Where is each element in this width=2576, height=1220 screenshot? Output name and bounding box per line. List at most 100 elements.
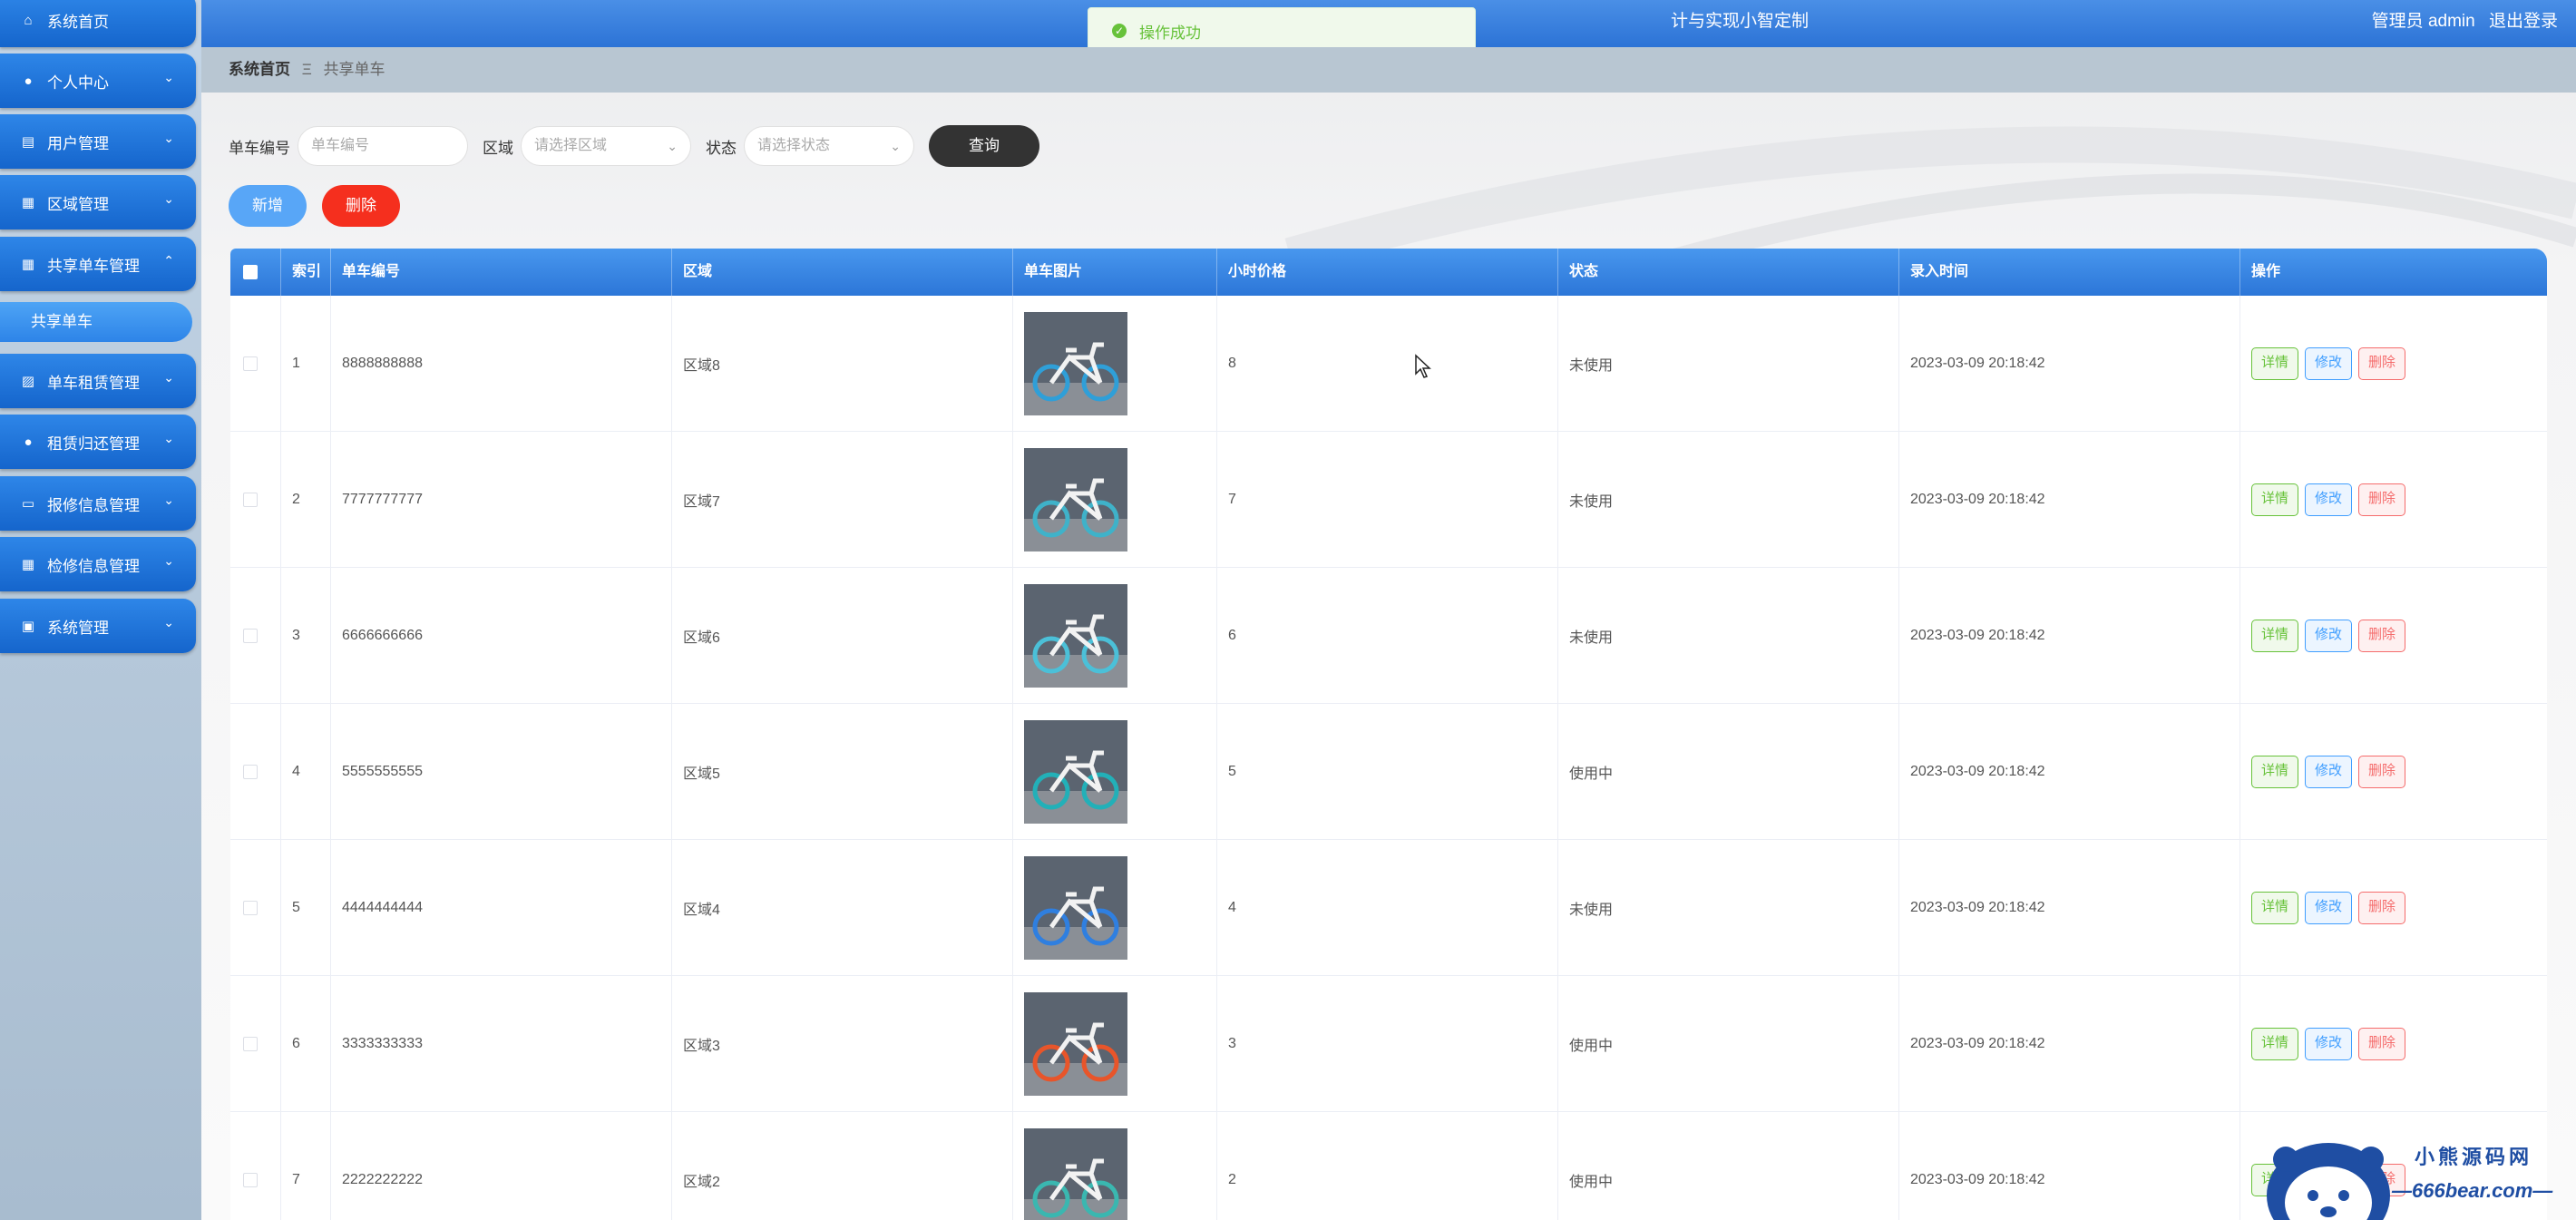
row-hourly-price: 5 [1217, 704, 1558, 839]
bike-image[interactable] [1024, 855, 1127, 960]
row-index: 2 [281, 432, 331, 567]
edit-button[interactable]: 修改 [2305, 619, 2353, 652]
row-image-cell [1013, 432, 1217, 567]
sidebar-item-inspections[interactable]: ▦ 检修信息管理 ⌄ [0, 537, 196, 591]
edit-button[interactable]: 修改 [2305, 346, 2353, 380]
delete-button[interactable]: 删除 [2358, 619, 2406, 652]
sidebar-item-rentals[interactable]: ▨ 单车租赁管理 ⌄ [0, 354, 196, 408]
chart-icon: ▨ [21, 374, 35, 389]
row-checkbox[interactable] [243, 764, 258, 779]
sidebar-item-areas[interactable]: ▦ 区域管理 ⌄ [0, 175, 196, 229]
row-checkbox[interactable] [243, 492, 258, 507]
breadcrumb-home[interactable]: 系统首页 [229, 61, 290, 78]
row-area: 区域3 [672, 976, 1013, 1111]
area-placeholder: 请选择区域 [534, 138, 608, 153]
status-select[interactable]: 请选择状态 ⌄ [744, 126, 914, 166]
batch-delete-button[interactable]: 删除 [322, 185, 400, 227]
bike-no-input[interactable]: 单车编号 [298, 126, 468, 166]
bike-image[interactable] [1024, 719, 1127, 824]
edit-button[interactable]: 修改 [2305, 483, 2353, 516]
row-area: 区域6 [672, 568, 1013, 703]
clipboard-icon: ▤ [21, 134, 35, 150]
table-header: 索引 单车编号 区域 单车图片 小时价格 状态 录入时间 操作 [230, 249, 2547, 296]
row-checkbox[interactable] [243, 628, 258, 643]
calendar-icon: ▣ [21, 619, 35, 634]
detail-button[interactable]: 详情 [2251, 483, 2299, 516]
table-row: 72222222222区域22使用中2023-03-09 20:18:42详情修… [230, 1112, 2547, 1220]
detail-button[interactable]: 详情 [2251, 755, 2299, 788]
sidebar-item-label: 区域管理 [47, 195, 109, 213]
row-bike-no: 7777777777 [331, 432, 672, 567]
row-entry-time: 2023-03-09 20:18:42 [1899, 704, 2240, 839]
logout-link[interactable]: 退出登录 [2489, 12, 2558, 31]
chevron-down-icon: ⌄ [163, 493, 174, 507]
table-body: 1 8888888888 区域8 8 未使用 2023-03-09 20:18:42 详情修… [230, 296, 2547, 1220]
bike-image[interactable] [1024, 991, 1127, 1096]
edit-button[interactable]: 修改 [2305, 755, 2353, 788]
delete-button[interactable]: 删除 [2358, 891, 2406, 924]
filter-bar: 单车编号 单车编号 区域 请选择区域 ⌄ 状态 请选择状态 ⌄ 查询 [229, 125, 1039, 167]
sidebar-item-bikes[interactable]: ▦ 共享单车管理 ⌃ [0, 237, 196, 291]
row-operations: 详情修改删除 [2240, 568, 2547, 703]
row-bike-no: 8888888888 [331, 296, 672, 431]
grid-icon: ▦ [21, 257, 35, 272]
edit-button[interactable]: 修改 [2305, 1027, 2353, 1060]
edit-button[interactable]: 修改 [2305, 891, 2353, 924]
chevron-down-icon: ⌄ [667, 139, 678, 153]
row-index: 6 [281, 976, 331, 1111]
row-checkbox[interactable] [243, 356, 258, 371]
table-row: 5 4444444444 区域4 4 未使用 2023-03-09 20:18:42 详情修… [230, 840, 2547, 976]
row-checkbox[interactable] [243, 900, 258, 915]
sidebar-subitem-shared-bike[interactable]: 共享单车 [0, 302, 192, 342]
bike-image[interactable] [1024, 1127, 1127, 1220]
header-entry-time: 录入时间 [1899, 249, 2240, 296]
detail-button[interactable]: 详情 [2251, 1027, 2299, 1060]
area-select[interactable]: 请选择区域 ⌄ [521, 126, 691, 166]
delete-button[interactable]: 删除 [2358, 483, 2406, 516]
chevron-down-icon: ⌄ [163, 70, 174, 84]
header-operations: 操作 [2251, 264, 2281, 279]
delete-button[interactable]: 删除 [2358, 1027, 2406, 1060]
detail-button[interactable]: 详情 [2251, 346, 2299, 380]
row-bike-no: 4444444444 [331, 840, 672, 975]
home-icon: ⌂ [24, 12, 33, 28]
row-entry-time: 2023-03-09 20:18:42 [1899, 432, 2240, 567]
header-bike-image: 单车图片 [1013, 249, 1217, 296]
sidebar-item-returns[interactable]: ● 租赁归还管理 ⌄ [0, 415, 196, 469]
row-select-cell [230, 296, 281, 431]
bike-image[interactable] [1024, 583, 1127, 688]
row-status: 使用中 [1558, 1112, 1899, 1220]
row-bike-no: 6666666666 [331, 568, 672, 703]
table-row: 2 7777777777 区域7 7 未使用 2023-03-09 20:18:42 详情修… [230, 432, 2547, 568]
row-area: 区域5 [672, 704, 1013, 839]
row-status: 使用中 [1558, 704, 1899, 839]
row-status: 未使用 [1558, 568, 1899, 703]
row-image-cell [1013, 840, 1217, 975]
bike-image[interactable] [1024, 311, 1127, 415]
sidebar-item-system[interactable]: ▣ 系统管理 ⌄ [0, 599, 196, 653]
row-image-cell [1013, 976, 1217, 1111]
sidebar-item-repair-reports[interactable]: ▭ 报修信息管理 ⌄ [0, 476, 196, 531]
row-index: 4 [281, 704, 331, 839]
sidebar-item-users[interactable]: ▤ 用户管理 ⌄ [0, 114, 196, 169]
detail-button[interactable]: 详情 [2251, 891, 2299, 924]
row-checkbox[interactable] [243, 1172, 258, 1187]
row-status: 未使用 [1558, 432, 1899, 567]
delete-button[interactable]: 删除 [2358, 346, 2406, 380]
bike-image[interactable] [1024, 447, 1127, 551]
add-button[interactable]: 新增 [229, 185, 307, 227]
area-label: 区域 [483, 139, 513, 157]
row-select-cell [230, 432, 281, 567]
delete-button[interactable]: 删除 [2358, 755, 2406, 788]
row-select-cell [230, 976, 281, 1111]
row-checkbox[interactable] [243, 1036, 258, 1051]
sidebar-item-home[interactable]: ⌂ 系统首页 [0, 0, 196, 47]
row-select-cell [230, 568, 281, 703]
bike-no-placeholder: 单车编号 [311, 138, 370, 153]
detail-button[interactable]: 详情 [2251, 619, 2299, 652]
select-all-checkbox[interactable] [243, 265, 258, 279]
row-operations: 详情修改删除 [2240, 432, 2547, 567]
sidebar-item-personal[interactable]: ● 个人中心 ⌄ [0, 54, 196, 108]
sidebar-item-label: 个人中心 [47, 73, 109, 92]
query-button[interactable]: 查询 [929, 125, 1039, 167]
